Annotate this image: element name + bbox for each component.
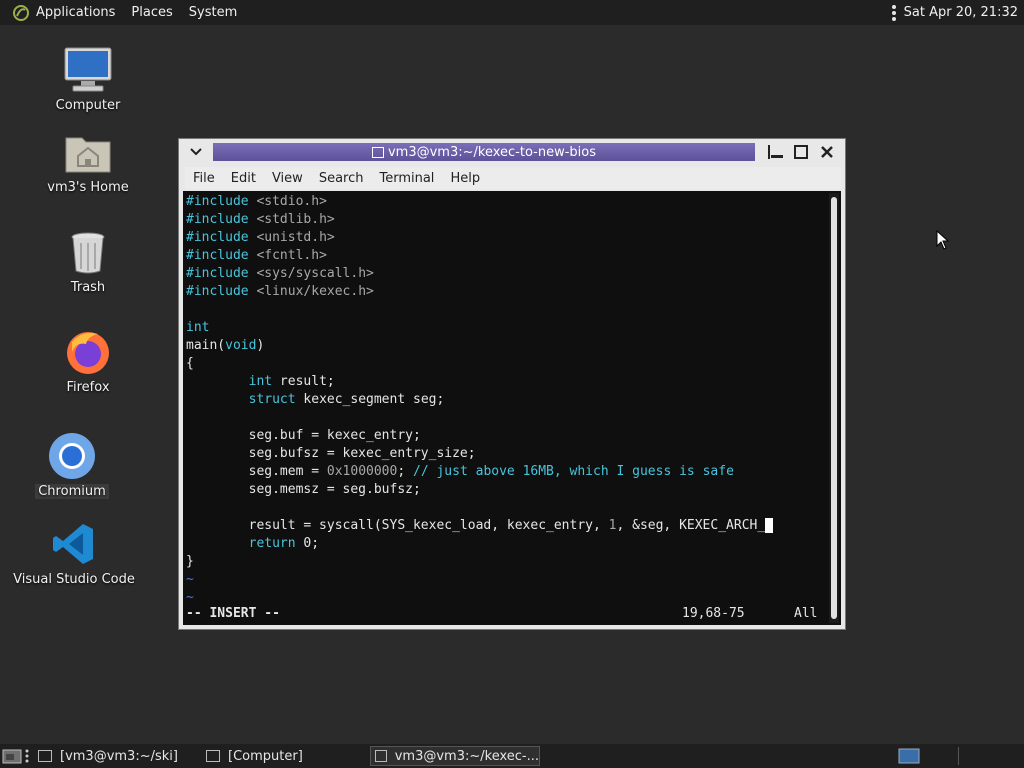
terminal-window[interactable]: vm3@vm3:~/kexec-to-new-bios File Edit Vi… [178, 138, 846, 630]
window-title-text: vm3@vm3:~/kexec-to-new-bios [387, 144, 596, 160]
desktop-icon-label: Computer [55, 98, 121, 113]
code-line: ~ [186, 572, 194, 587]
taskbar-item-label: [vm3@vm3:~/ski] [60, 748, 178, 764]
menu-view[interactable]: View [264, 171, 311, 186]
code-line: seg.bufsz = kexec_entry_size; [186, 446, 476, 461]
places-menu[interactable]: Places [123, 5, 180, 20]
cursor-position: 19,68-75 [682, 606, 745, 621]
code-line: int result; [248, 374, 335, 389]
bottom-taskbar: [vm3@vm3:~/ski] [Computer] vm3@vm3:~/kex… [0, 744, 1024, 768]
mouse-pointer-icon [936, 230, 950, 250]
maximize-button[interactable] [791, 142, 811, 162]
code-line: return 0; [248, 536, 320, 551]
top-panel: Applications Places System Sat Apr 20, 2… [0, 0, 1024, 25]
terminal-icon [371, 146, 384, 158]
panel-clock[interactable]: Sat Apr 20, 21:32 [904, 5, 1018, 20]
more-vertical-icon[interactable] [891, 4, 896, 21]
window-title[interactable]: vm3@vm3:~/kexec-to-new-bios [213, 143, 755, 161]
show-desktop-icon [2, 749, 22, 764]
code-line: #include <sys/syscall.h> [186, 266, 374, 281]
desktop-icon-computer[interactable]: Computer [48, 44, 128, 113]
show-desktop-button[interactable] [2, 746, 22, 766]
home-folder-icon [62, 126, 114, 178]
desktop-icon-label: Visual Studio Code [13, 572, 135, 587]
close-button[interactable] [817, 142, 837, 162]
code-line: { [186, 356, 194, 371]
desktop-icon-label: Trash [70, 280, 106, 295]
desktop-icon-label: Chromium [35, 484, 109, 499]
terminal-icon [375, 750, 387, 762]
vscode-icon [48, 518, 100, 570]
taskbar-item-ski[interactable]: [vm3@vm3:~/ski] [38, 746, 198, 766]
vim-mode: -- INSERT -- [186, 606, 280, 621]
distro-logo-icon[interactable] [12, 4, 30, 22]
vim-buffer[interactable]: #include <stdio.h> #include <stdlib.h> #in… [186, 193, 826, 607]
minimize-icon [771, 155, 783, 158]
desktop-icon-chromium[interactable]: Chromium [32, 430, 112, 499]
window-menu-button[interactable] [185, 141, 207, 163]
taskbar-item-label: vm3@vm3:~/kexec-... [394, 748, 539, 764]
workspace-switcher-2[interactable] [958, 746, 960, 766]
code-line: #include <stdlib.h> [186, 212, 335, 227]
scrollbar[interactable] [829, 193, 839, 623]
terminal-menubar: File Edit View Search Terminal Help [185, 167, 841, 189]
code-line: #include <stdio.h> [186, 194, 327, 209]
code-line: #include <fcntl.h> [186, 248, 327, 263]
desktop-icon-home[interactable]: vm3's Home [38, 126, 138, 195]
window-titlebar[interactable]: vm3@vm3:~/kexec-to-new-bios [179, 139, 845, 165]
taskbar-item-computer[interactable]: [Computer] [206, 746, 366, 766]
workspace-switcher[interactable] [898, 746, 920, 766]
code-line: result = syscall(SYS_kexec_load, kexec_e… [186, 517, 826, 535]
menu-search[interactable]: Search [311, 171, 372, 186]
code-line: #include <linux/kexec.h> [186, 284, 374, 299]
code-line: } [186, 554, 194, 569]
minimize-button[interactable] [767, 142, 787, 162]
desktop-icon-label: Firefox [66, 380, 110, 395]
computer-icon [206, 750, 220, 762]
menu-help[interactable]: Help [442, 171, 488, 186]
menu-file[interactable]: File [185, 171, 223, 186]
taskbar-item-kexec[interactable]: vm3@vm3:~/kexec-... [370, 746, 540, 766]
desktop-icon-trash[interactable]: Trash [48, 226, 128, 295]
chevron-down-icon [190, 148, 202, 156]
code-line: seg.memsz = seg.bufsz; [186, 482, 421, 497]
desktop-icon-vscode[interactable]: Visual Studio Code [13, 518, 135, 587]
taskbar-item-label: [Computer] [228, 748, 303, 764]
code-line: int [186, 320, 210, 335]
terminal-icon [38, 750, 52, 762]
desktop-icon-firefox[interactable]: Firefox [48, 326, 128, 395]
system-menu[interactable]: System [181, 5, 245, 20]
desktop-icon-label: vm3's Home [47, 180, 129, 195]
menu-terminal[interactable]: Terminal [371, 171, 442, 186]
maximize-icon [794, 145, 808, 159]
code-line: seg.buf = kexec_entry; [186, 428, 421, 443]
code-line: #include <unistd.h> [186, 230, 335, 245]
scrollbar-thumb[interactable] [831, 197, 837, 619]
code-line: struct kexec_segment seg; [248, 392, 445, 407]
workspace-icon [898, 748, 920, 764]
vim-statusline: -- INSERT -- 19,68-75 All [186, 605, 826, 623]
trash-icon [62, 226, 114, 278]
close-icon [821, 146, 833, 158]
taskbar-grip-icon [24, 746, 30, 766]
computer-icon [62, 44, 114, 96]
menu-edit[interactable]: Edit [223, 171, 264, 186]
applications-menu[interactable]: Applications [34, 5, 123, 20]
terminal-text-area[interactable]: #include <stdio.h> #include <stdlib.h> #in… [183, 191, 841, 625]
code-line: seg.mem = 0x1000000; // just above 16MB,… [186, 464, 734, 479]
scroll-scope: All [794, 606, 818, 621]
firefox-icon [62, 326, 114, 378]
chromium-icon [46, 430, 98, 482]
code-line: main(void) [186, 338, 265, 353]
